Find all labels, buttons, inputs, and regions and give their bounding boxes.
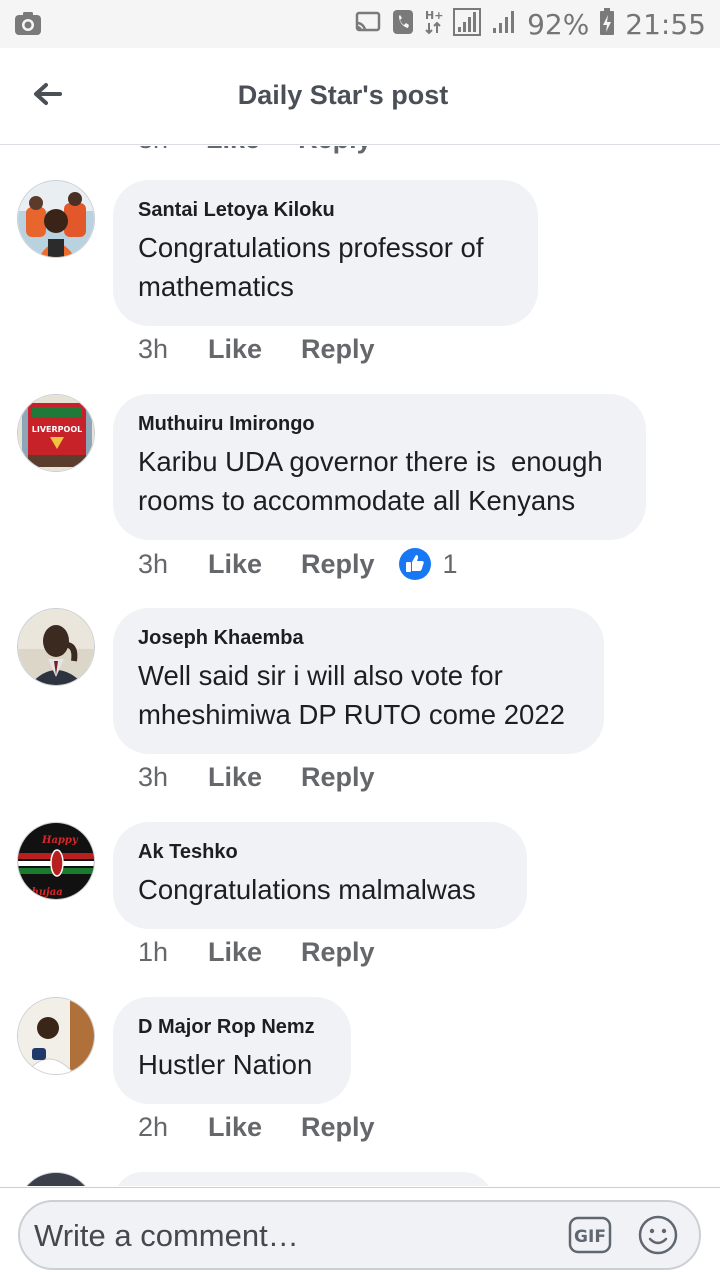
status-bar: H+ 92% 21:55	[0, 0, 720, 48]
comment-actions: 1h Like Reply	[138, 937, 375, 968]
like-button[interactable]: Like	[208, 937, 301, 968]
reply-button[interactable]: Reply	[301, 549, 375, 580]
comment-time: 3h	[138, 762, 169, 792]
comment-time: 3h	[138, 334, 169, 364]
avatar-mashujaa-text: shujaa	[26, 887, 63, 898]
comment-author[interactable]: Muthuiru Imirongo	[138, 412, 620, 436]
comment-bubble[interactable]: Joseph Khaemba Well said sir i will also…	[113, 608, 604, 754]
avatar[interactable]	[17, 997, 95, 1075]
comment-time: 2h	[138, 1112, 169, 1142]
comment-time: 3h	[138, 146, 168, 155]
comment-actions: 3h Like Reply	[138, 762, 375, 793]
previous-comment-actions: 3h Like Reply	[138, 146, 372, 155]
comment-text: Karibu UDA governor there is enough room…	[138, 446, 611, 516]
reply-button[interactable]: Reply	[301, 334, 375, 365]
comment-text: Congratulations malmalwas	[138, 874, 476, 905]
comment-actions: 3h Like Reply	[138, 334, 375, 365]
like-button[interactable]: Like	[206, 146, 260, 155]
signal-sim2-icon	[491, 9, 517, 40]
comment-actions: 2h Like Reply	[138, 1112, 375, 1143]
comment-bubble[interactable]: Santai Letoya Kiloku Congratulations pro…	[113, 180, 538, 326]
reply-button[interactable]: Reply	[301, 937, 375, 968]
battery-percent: 92%	[527, 7, 590, 41]
comment-time: 1h	[138, 937, 169, 967]
clock: 21:55	[625, 7, 706, 41]
comment-input[interactable]	[34, 1214, 554, 1258]
emoji-button[interactable]	[637, 1214, 679, 1256]
network-type-icon: H+	[425, 8, 444, 41]
cast-icon	[355, 11, 381, 38]
comment-text: Well said sir i will also vote for mhesh…	[138, 660, 565, 730]
smiley-icon	[638, 1215, 678, 1255]
comment-author[interactable]: Ak Teshko	[138, 840, 501, 864]
reply-button[interactable]: Reply	[298, 146, 372, 155]
reply-button[interactable]: Reply	[301, 1112, 375, 1143]
like-button[interactable]: Like	[208, 334, 301, 365]
reply-button[interactable]: Reply	[301, 762, 375, 793]
avatar[interactable]: Happy shujaa	[17, 822, 95, 900]
like-button[interactable]: Like	[208, 762, 301, 793]
gif-icon: GIF	[568, 1216, 612, 1254]
battery-charging-icon	[599, 7, 615, 41]
comment-text: Hustler Nation	[138, 1049, 313, 1080]
comment-bubble[interactable]: Muthuiru Imirongo Karibu UDA governor th…	[113, 394, 646, 540]
signal-sim1-icon	[453, 7, 482, 41]
composer-box[interactable]: GIF	[18, 1200, 701, 1270]
gif-button[interactable]: GIF	[568, 1216, 612, 1254]
thumbs-up-icon	[398, 548, 431, 580]
avatar[interactable]: LIVERPOOL	[17, 394, 95, 472]
avatar-liverpool-text: LIVERPOOL	[32, 425, 82, 434]
like-button[interactable]: Like	[208, 1112, 301, 1143]
gif-label: GIF	[574, 1227, 606, 1247]
reaction-summary[interactable]: 1	[398, 548, 458, 580]
comment-list[interactable]: 3h Like Reply Santai Letoya Kiloku Congr…	[0, 146, 720, 1186]
avatar[interactable]	[17, 608, 95, 686]
phone-icon	[391, 9, 415, 40]
reaction-count: 1	[442, 548, 458, 579]
comment-author[interactable]: Joseph Khaemba	[138, 626, 578, 650]
screenshot-icon	[14, 11, 42, 42]
comment-text: Congratulations professor of mathematics	[138, 232, 492, 302]
svg-text:H+: H+	[425, 9, 443, 22]
like-button[interactable]: Like	[208, 549, 301, 580]
avatar[interactable]	[17, 1172, 95, 1186]
comment-composer: GIF	[0, 1187, 720, 1280]
avatar[interactable]	[17, 180, 95, 258]
comment-actions: 3h Like Reply 1	[138, 548, 458, 580]
comment-author[interactable]: D Major Rop Nemz	[138, 1015, 325, 1039]
page-title: Daily Star's post	[237, 80, 449, 110]
comment-author[interactable]: Santai Letoya Kiloku	[138, 198, 512, 222]
avatar-happy-text: Happy	[41, 835, 79, 846]
comment-bubble[interactable]: Ak Teshko Congratulations malmalwas	[113, 822, 527, 929]
comment-time: 3h	[138, 548, 169, 579]
post-header: Daily Star's post	[0, 48, 720, 145]
comment-bubble[interactable]: D Major Rop Nemz Hustler Nation	[113, 997, 351, 1104]
comment-bubble[interactable]	[113, 1172, 493, 1186]
